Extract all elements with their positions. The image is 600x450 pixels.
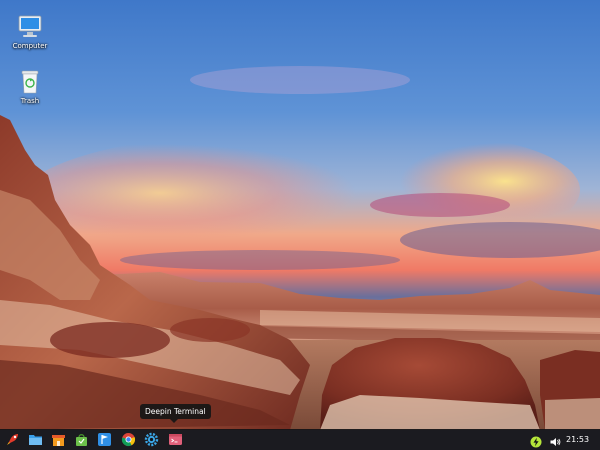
dock-music-player[interactable]: [97, 432, 112, 447]
dock-browser[interactable]: [121, 432, 136, 447]
taskbar: 21:53: [0, 429, 600, 450]
desktop-icon-label: Computer: [12, 42, 48, 50]
rocket-icon: [7, 434, 18, 445]
dock-store[interactable]: [51, 432, 66, 447]
desktop: Computer Trash Deepin Terminal 21:53: [0, 0, 600, 450]
dock-tooltip: Deepin Terminal: [140, 404, 211, 419]
trash-icon: [17, 69, 43, 95]
folder-icon: [29, 435, 42, 445]
dock-file-manager[interactable]: [28, 432, 43, 447]
terminal-icon: [169, 434, 182, 445]
dock-terminal[interactable]: [168, 432, 183, 447]
desktop-icon-label: Trash: [20, 97, 40, 105]
store-icon: [52, 435, 65, 446]
flag-icon: [98, 433, 111, 446]
tray-volume[interactable]: [549, 433, 561, 446]
chrome-icon: [121, 433, 136, 447]
desktop-wallpaper: [0, 0, 600, 450]
tray-battery[interactable]: [530, 433, 542, 448]
speaker-icon: [550, 438, 561, 446]
computer-icon: [17, 14, 43, 40]
desktop-icon-computer[interactable]: Computer: [8, 14, 52, 50]
tooltip-arrow: [170, 419, 178, 423]
gear-icon: [144, 432, 159, 447]
dock-launcher[interactable]: [5, 432, 20, 447]
desktop-icon-trash[interactable]: Trash: [8, 69, 52, 105]
dock-settings[interactable]: [144, 432, 159, 447]
shopping-bag-icon: [76, 434, 87, 446]
tray-clock[interactable]: 21:53: [566, 429, 589, 450]
battery-charging-icon: [530, 436, 542, 448]
dock-software-center[interactable]: [74, 432, 89, 447]
